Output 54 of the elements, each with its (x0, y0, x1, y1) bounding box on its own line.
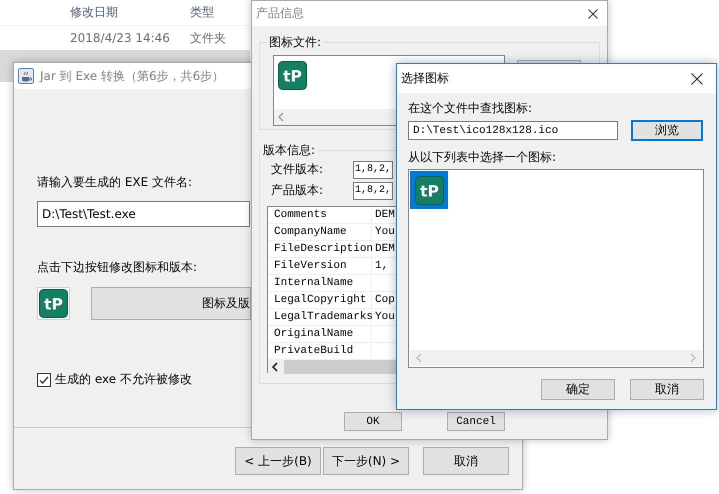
property-name: CompanyName (268, 224, 372, 240)
wizard-button[interactable]: 下一步(N) > (323, 447, 409, 475)
product-version-label: 产品版本: (270, 182, 324, 199)
property-value: You (375, 226, 395, 238)
horizontal-scrollbar[interactable] (410, 350, 702, 366)
property-name: FileDescription (268, 241, 372, 257)
filename-label: 请输入要生成的 EXE 文件名: (37, 174, 192, 191)
property-name: Comments (268, 207, 372, 223)
group-label: 图标文件: (268, 34, 322, 51)
window-title: Jar 到 Exe 转换（第6步，共6步） (40, 68, 224, 84)
icon-preview: tP (37, 287, 70, 320)
property-name: InternalName (268, 275, 372, 291)
file-row[interactable]: 2018/4/23 14:46 文件夹 (0, 26, 250, 50)
property-name: LegalCopyright (268, 292, 372, 308)
icon-version-button[interactable]: 图标及版 (91, 287, 251, 320)
coffee-cup-icon (18, 68, 34, 84)
wizard-button[interactable]: 取消 (423, 447, 509, 475)
dialog-button[interactable]: 确定 (541, 379, 615, 400)
group-label: 版本信息: (262, 142, 316, 159)
property-name: OriginalName (268, 326, 372, 342)
wizard-button[interactable]: < 上一步(B) (235, 447, 321, 475)
property-name: FileVersion (268, 258, 372, 274)
chevron-left-icon[interactable] (272, 362, 278, 372)
close-icon[interactable] (691, 72, 703, 84)
filename-field[interactable]: D:\Test\Test.exe (37, 201, 250, 227)
file-version-label: 文件版本: (270, 161, 324, 178)
property-value: You (375, 311, 395, 323)
dialog-button[interactable]: 取消 (630, 379, 704, 400)
window-title: 选择图标 (401, 70, 449, 87)
path-field[interactable]: D:\Test\ico128x128.ico (408, 121, 618, 140)
dialog-button[interactable]: OK (344, 412, 402, 431)
chevron-right-icon[interactable] (690, 353, 696, 363)
icon-list[interactable]: tP (408, 169, 704, 368)
file-version-field[interactable]: 1,8,2, (353, 160, 393, 178)
lock-checkbox[interactable]: 生成的 exe 不允许被修改 (37, 371, 192, 388)
column-header[interactable]: 修改日期 (70, 4, 118, 21)
browse-button[interactable]: 浏览 (631, 120, 703, 141)
property-value: DEM (375, 209, 395, 221)
property-value: Cop (375, 294, 395, 306)
dialog-button[interactable]: Cancel (447, 412, 505, 431)
window-title: 产品信息 (256, 5, 304, 22)
table-cell: 文件夹 (190, 30, 226, 46)
app-icon: tP (278, 61, 307, 90)
product-version-field[interactable]: 1,8,2, (353, 182, 393, 200)
property-value: DEM (375, 243, 395, 255)
icon-item[interactable]: tP (410, 171, 448, 209)
list-label: 从以下列表中选择一个图标: (408, 149, 556, 166)
column-header[interactable]: 类型 (190, 4, 214, 21)
property-name: LegalTrademarks (268, 309, 372, 325)
close-icon[interactable] (588, 8, 598, 18)
icon-label: 点击下边按钮修改图标和版本: (37, 259, 198, 276)
property-value: 1, (375, 260, 388, 272)
property-name: PrivateBuild (268, 343, 372, 359)
table-cell: 2018/4/23 14:46 (70, 31, 170, 45)
